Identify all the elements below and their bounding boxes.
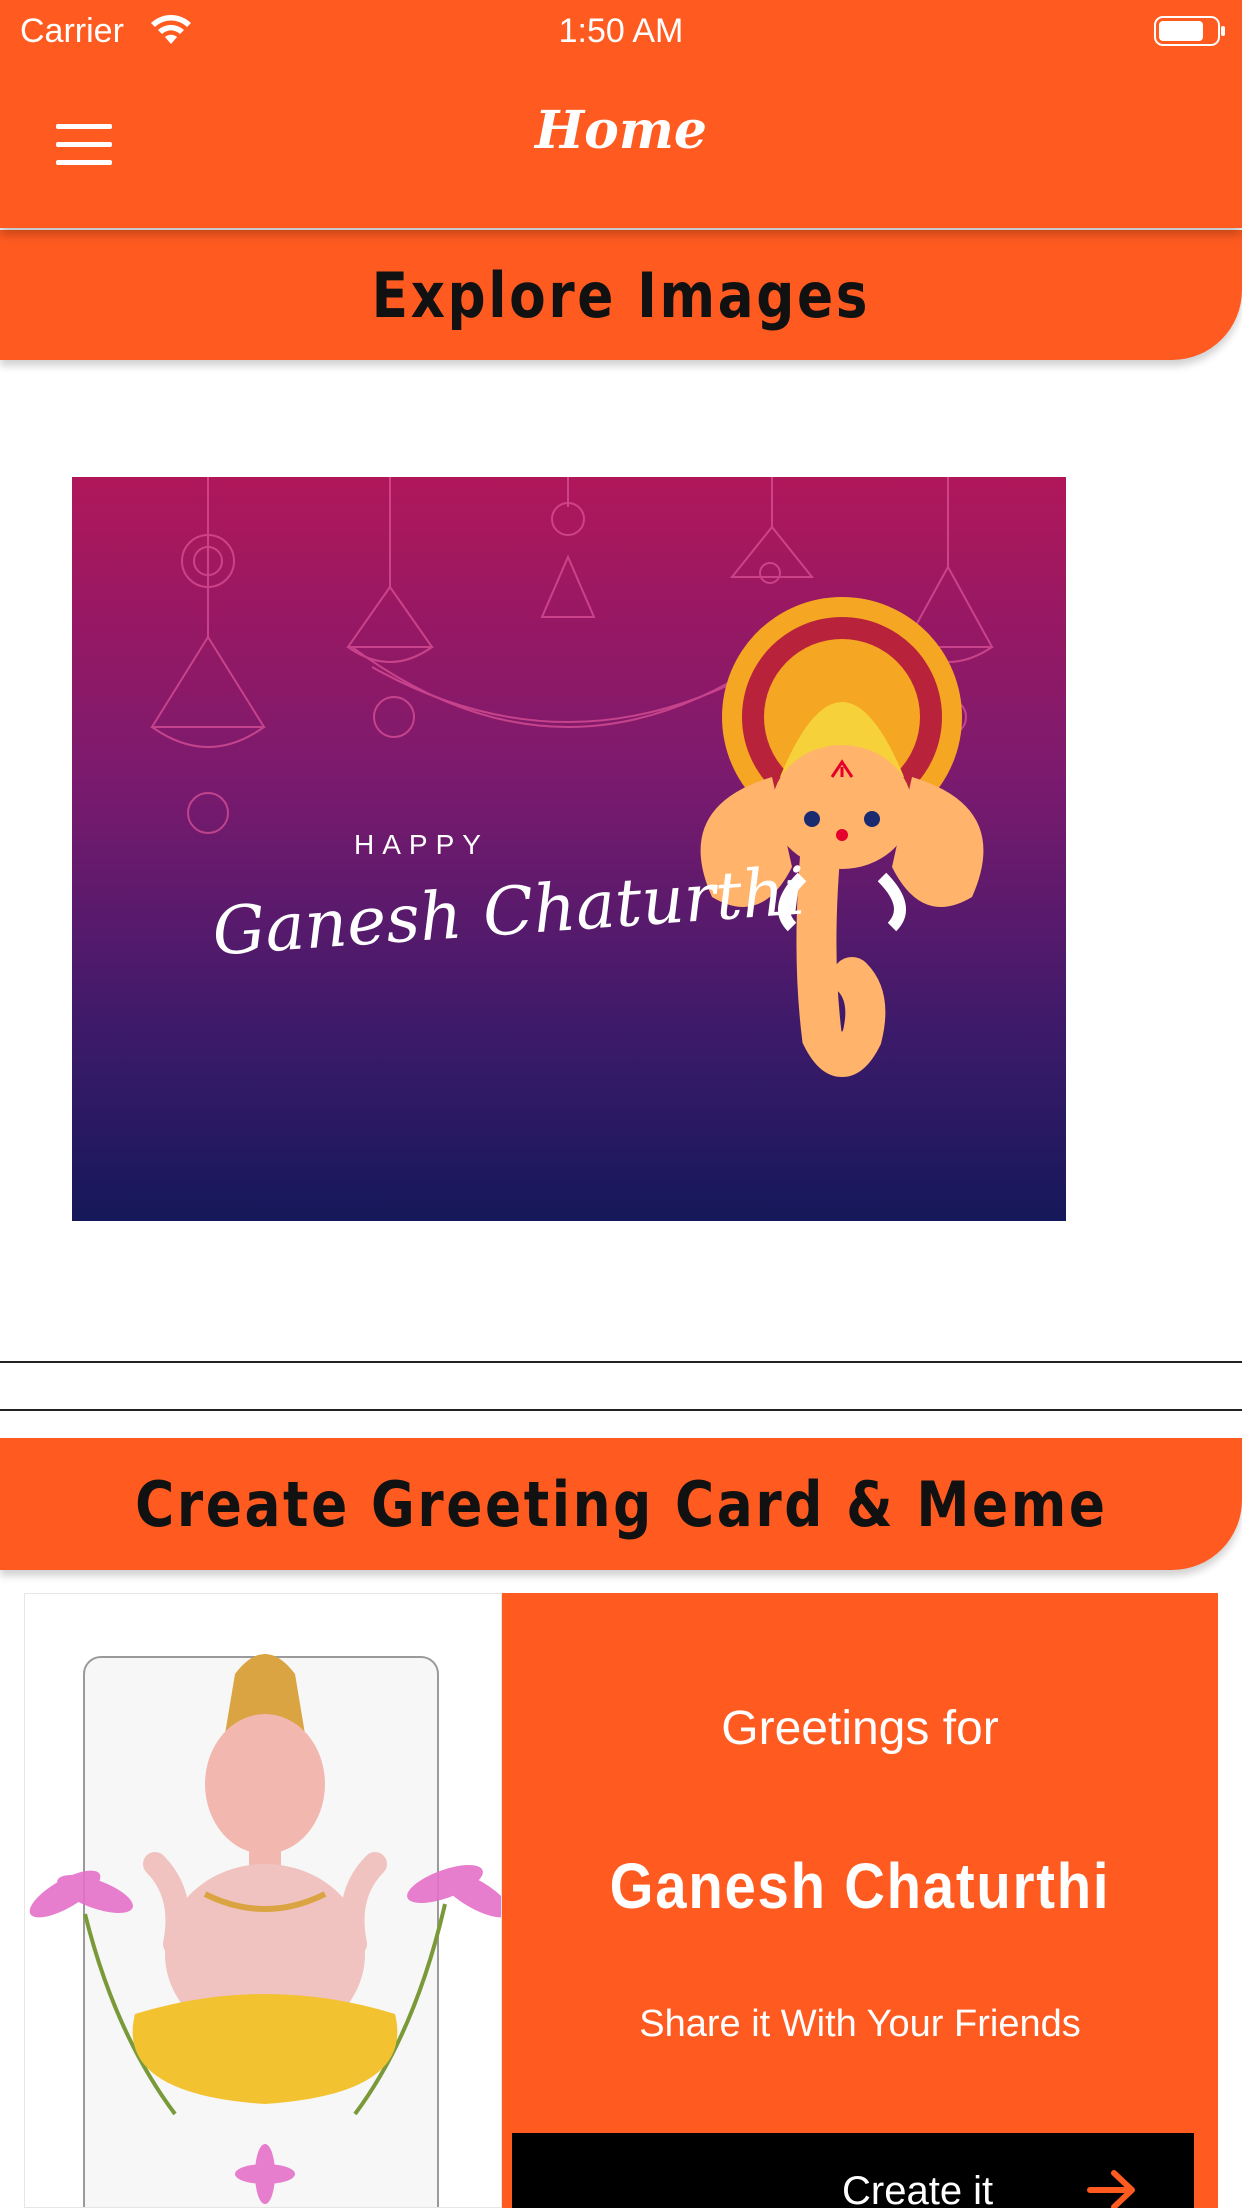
arrow-right-icon [1087, 2170, 1135, 2208]
explore-image-banner[interactable]: HAPPY Ganesh Chaturthi [72, 477, 1066, 1221]
ganesha-illustration [700, 597, 984, 1077]
top-app-bar: Carrier 1:50 AM Home [0, 0, 1242, 228]
status-time: 1:50 AM [558, 12, 684, 50]
explore-images-header: Explore Images [0, 230, 1242, 360]
battery-icon [1154, 16, 1225, 46]
greeting-line-3: Share it With Your Friends [639, 2003, 1081, 2045]
ganesha-idol-image [24, 1593, 502, 2208]
page-title: Home [535, 100, 707, 161]
ganesha-idol-art [29, 1654, 501, 2204]
explore-images-title: Explore Images [371, 258, 871, 332]
banner-happy-text: HAPPY [354, 829, 489, 860]
greeting-card-title: Create Greeting Card & Meme [134, 1467, 1108, 1541]
divider-line [0, 1361, 1242, 1363]
status-bar: Carrier 1:50 AM [0, 0, 1242, 62]
greeting-line-2: Ganesh Chaturthi [609, 1850, 1111, 1922]
greeting-card-panel: Greetings for Ganesh Chaturthi Share it … [502, 1593, 1218, 2208]
banner-artwork [150, 477, 994, 1077]
divider-line [0, 1409, 1242, 1411]
greeting-line-1: Greetings for [721, 1702, 999, 1755]
greeting-card-header: Create Greeting Card & Meme [0, 1438, 1242, 1570]
create-it-label: Create it [842, 2169, 994, 2208]
create-it-button[interactable]: Create it [512, 2133, 1194, 2208]
